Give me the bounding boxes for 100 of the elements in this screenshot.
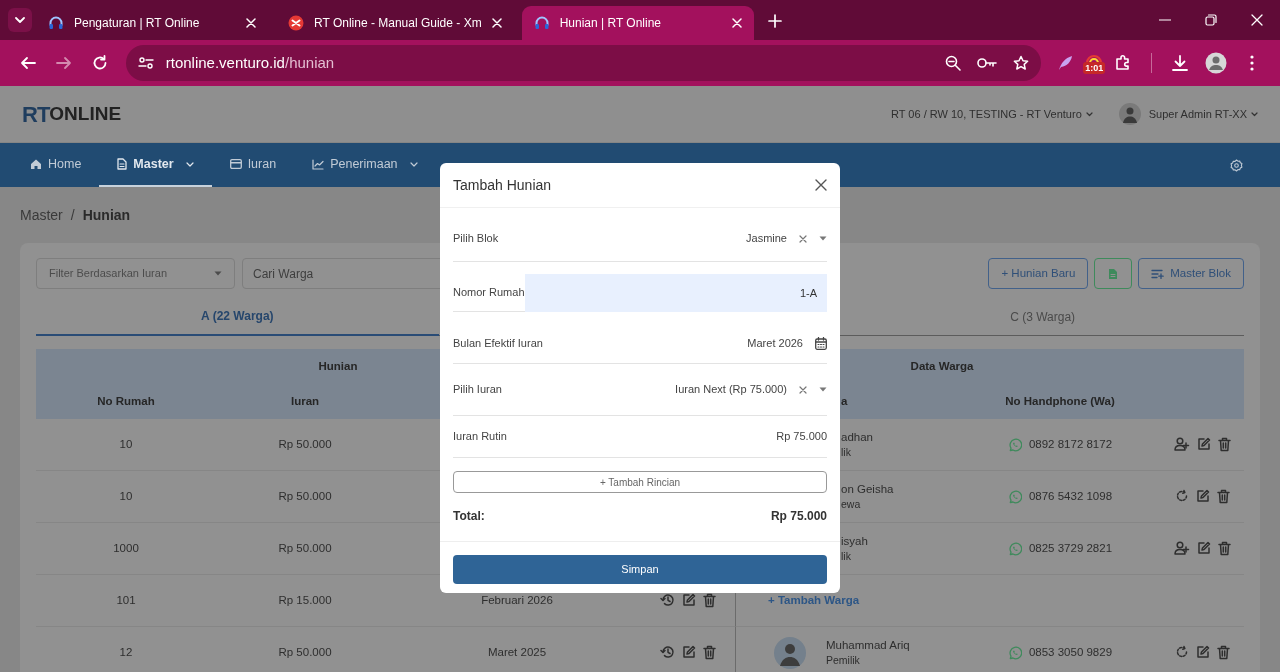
resident-role: lik [841,445,852,460]
table-cell-text: 1000 [113,540,139,556]
refresh-icon[interactable] [1174,489,1189,503]
column-header: No Handphone (Wa) [1005,393,1115,409]
home-icon [30,158,42,170]
star-icon[interactable] [1013,55,1030,71]
trash-icon[interactable] [1216,645,1230,660]
nav-item[interactable]: Master [99,143,212,187]
calendar-icon [815,337,827,350]
edit-icon[interactable] [1195,489,1210,503]
feather-icon[interactable] [1057,55,1074,71]
total-label: Total: [453,508,485,525]
browser-tab[interactable]: Pengaturan | RT Online [36,6,268,40]
save-button[interactable]: Simpan [453,555,827,584]
add-user-icon[interactable] [1173,437,1190,451]
nav-item[interactable]: Iuran [211,143,295,187]
chevron-icon [1251,111,1258,117]
table-cell-text: 12 [119,644,133,660]
phone-number: 0825 3729 2821 [1028,540,1113,556]
caret-icon [819,236,827,241]
resident-name: on Geisha [841,481,894,497]
rainbow-icon[interactable] [1084,52,1105,63]
plus-icon[interactable] [767,14,782,28]
table-cell-text: Rp 15.000 [278,592,332,608]
address-bar[interactable]: rtonline.venturo.id/hunian [125,45,1042,81]
nav-item[interactable]: Penerimaan [294,143,436,187]
history-icon[interactable] [659,593,675,607]
select-field[interactable]: Jasmine [746,230,827,247]
caret-icon [819,387,827,392]
add-user-icon[interactable] [1173,541,1190,555]
clear-icon[interactable] [799,234,807,243]
back-icon[interactable] [19,55,36,71]
close-icon[interactable] [1251,14,1263,26]
key-icon[interactable] [977,57,998,69]
input-field[interactable]: 1-A [524,273,827,312]
field-label: Pilih Blok [453,231,499,247]
add-detail-button[interactable]: + Tambah Rincian [453,471,827,493]
more-icon[interactable] [1250,55,1255,71]
phone-bubble-icon [1007,489,1022,504]
logo-icon [288,15,304,31]
site-settings-icon[interactable] [137,56,154,70]
trash-icon[interactable] [702,593,716,608]
trash-icon[interactable] [1217,541,1231,556]
table-cell-text: Rp 50.000 [278,540,332,556]
history-icon[interactable] [659,645,675,659]
table-cell-text: Maret 2025 [487,644,547,660]
headset-icon [533,15,550,31]
edit-icon[interactable] [681,645,696,659]
browser-tab[interactable]: RT Online - Manual Guide - Xm [276,6,514,40]
avatar [1118,103,1141,125]
resident-role: ewa [841,497,862,512]
field-label: Bulan Efektif Iuran [453,336,543,352]
dialog-title: Tambah Hunian [453,175,552,195]
total-value: Rp 75.000 [770,508,827,525]
reload-icon[interactable] [91,55,108,71]
refresh-icon[interactable] [1174,645,1189,659]
table-cell-text: Rp 50.000 [278,488,332,504]
trash-icon[interactable] [1217,437,1231,452]
rt-selector[interactable]: RT 06 / RW 10, TESTING - RT Venturo [891,105,1093,123]
edit-icon[interactable] [1196,541,1211,555]
card-icon [229,159,242,169]
profile-avatar[interactable] [1205,52,1228,74]
restore-icon[interactable] [1205,14,1217,26]
close-icon[interactable] [246,18,256,28]
edit-icon[interactable] [681,593,696,607]
table-cell-text: 101 [116,592,136,608]
chevron-icon [15,17,25,23]
close-button[interactable] [815,179,827,191]
breadcrumb-link[interactable]: Master [20,204,63,226]
nav-item[interactable]: Home [12,143,100,187]
browser-tab[interactable]: Hunian | RT Online [521,6,754,40]
trash-icon[interactable] [702,645,716,660]
column-header: Iuran [290,393,320,409]
clear-icon[interactable] [799,385,807,394]
close-icon[interactable] [491,18,502,28]
month-field[interactable]: Maret 2026 [747,335,827,352]
download-icon[interactable] [1171,54,1190,72]
block-tab[interactable]: C (3 Warga) [841,289,1244,336]
phone-number: 0892 8172 8172 [1028,436,1113,452]
column-header: a [841,393,848,409]
resident-role: lik [841,549,852,564]
tab-search-button[interactable] [8,8,32,32]
phone-bubble-icon [1007,541,1022,556]
breadcrumb-separator: / [70,205,75,225]
resident-role: Pemilik [826,653,861,668]
edit-icon[interactable] [1195,645,1210,659]
close-icon[interactable] [731,18,742,28]
caret-icon [214,271,222,276]
select-field[interactable]: Iuran Next (Rp 75.000) [675,381,827,398]
settings-icon[interactable] [1230,158,1243,172]
user-menu[interactable]: Super Admin RT-XX [1148,105,1258,123]
close-icon [815,179,827,191]
edit-icon[interactable] [1196,437,1211,451]
block-tab[interactable]: A (22 Warga) [36,289,439,336]
zoom-out-icon[interactable] [945,55,962,71]
table-cell-text: 10 [119,488,133,504]
phone-bubble-icon [1007,645,1022,660]
field-label: Iuran Rutin [453,429,507,445]
phone-number: 0876 5432 1098 [1028,488,1113,504]
trash-icon[interactable] [1216,489,1230,504]
